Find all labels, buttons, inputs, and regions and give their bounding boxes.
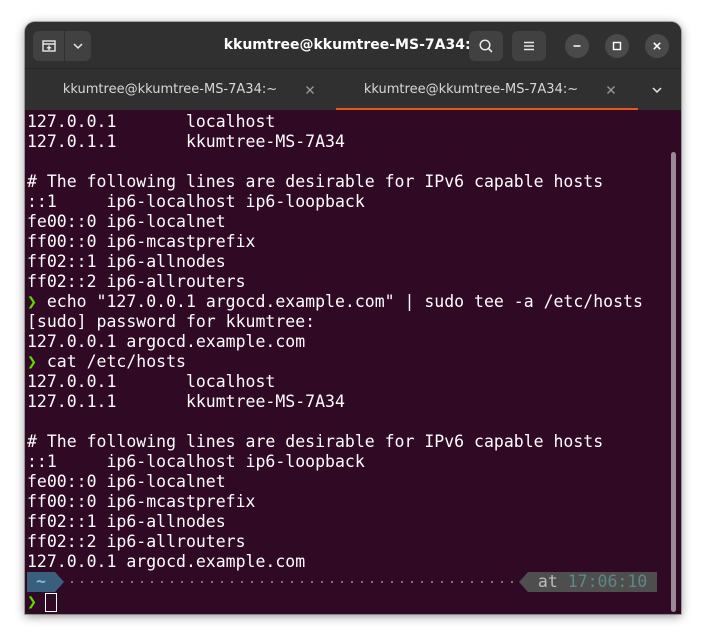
prompt-filler-dots bbox=[67, 581, 519, 583]
output-text: 127.0.0.1 argocd.example.com bbox=[27, 552, 306, 571]
output-line: 127.0.1.1 kkumtree-MS-7A34 bbox=[27, 392, 345, 412]
output-line: ff02::1 ip6-allnodes bbox=[27, 512, 226, 532]
close-button[interactable] bbox=[645, 34, 669, 58]
output-text: ::1 ip6-localhost ip6-loopback bbox=[27, 452, 365, 471]
output-line: ff00::0 ip6-mcastprefix bbox=[27, 232, 255, 252]
output-text: 127.0.0.1 localhost bbox=[27, 112, 276, 131]
command-line: ❯ echo "127.0.0.1 argocd.example.com" | … bbox=[27, 292, 643, 312]
output-line: 127.0.0.1 argocd.example.com bbox=[27, 332, 305, 352]
output-line: 127.0.0.1 localhost bbox=[27, 112, 275, 132]
minimize-button[interactable] bbox=[565, 34, 589, 58]
output-line: # The following lines are desirable for … bbox=[27, 172, 603, 192]
prompt-symbol: ❯ bbox=[27, 592, 37, 611]
tab-close-button[interactable] bbox=[301, 81, 319, 99]
output-text: 127.0.1.1 kkumtree-MS-7A34 bbox=[27, 392, 345, 411]
minimize-icon bbox=[573, 45, 581, 47]
close-icon bbox=[653, 42, 661, 50]
output-text: fe00::0 ip6-localnet bbox=[27, 472, 226, 491]
command-text: echo "127.0.0.1 argocd.example.com" | su… bbox=[36, 292, 643, 311]
chevron-down-icon bbox=[73, 43, 83, 50]
command-text: cat /etc/hosts bbox=[36, 352, 186, 371]
prompt-directory: ~ bbox=[27, 572, 55, 592]
prompt-separator bbox=[55, 572, 64, 592]
terminal-window: kkumtree@kkumtree-MS-7A34:~ kkumtree@kku… bbox=[25, 22, 681, 614]
output-line: # The following lines are desirable for … bbox=[27, 432, 603, 452]
maximize-icon bbox=[612, 41, 622, 51]
prompt-separator bbox=[519, 572, 528, 592]
output-line: ff02::1 ip6-allnodes bbox=[27, 252, 226, 272]
tab-label: kkumtree@kkumtree-MS-7A34:~ bbox=[363, 82, 579, 97]
chevron-down-icon bbox=[652, 87, 662, 94]
search-button[interactable] bbox=[469, 31, 503, 61]
output-text: ff02::2 ip6-allrouters bbox=[27, 532, 246, 551]
title-bar: kkumtree@kkumtree-MS-7A34:~ bbox=[25, 22, 681, 68]
terminal-output[interactable]: 127.0.0.1 localhost 127.0.1.1 kkumtree-MS… bbox=[25, 110, 681, 614]
tab-label: kkumtree@kkumtree-MS-7A34:~ bbox=[62, 82, 278, 97]
output-line: ff00::0 ip6-mcastprefix bbox=[27, 492, 255, 512]
tab-bar: kkumtree@kkumtree-MS-7A34:~ kkumtree@kku… bbox=[25, 68, 681, 111]
output-text: [sudo] password for kkumtree: bbox=[27, 312, 316, 331]
output-line: ::1 ip6-localhost ip6-loopback bbox=[27, 452, 365, 472]
output-line: [sudo] password for kkumtree: bbox=[27, 312, 315, 332]
tab-list-dropdown-button[interactable] bbox=[647, 81, 667, 99]
output-text: ff02::1 ip6-allnodes bbox=[27, 252, 226, 271]
output-text: ff00::0 ip6-mcastprefix bbox=[27, 232, 256, 251]
new-tab-button-group bbox=[33, 31, 91, 61]
menu-button[interactable] bbox=[512, 31, 546, 61]
output-text: ff00::0 ip6-mcastprefix bbox=[27, 492, 256, 511]
new-tab-dropdown-button[interactable] bbox=[65, 31, 91, 61]
output-text: # The following lines are desirable for … bbox=[27, 432, 604, 451]
output-text: 127.0.1.1 kkumtree-MS-7A34 bbox=[27, 132, 345, 151]
close-icon bbox=[306, 86, 314, 94]
output-line: fe00::0 ip6-localnet bbox=[27, 472, 226, 492]
output-line: 127.0.0.1 argocd.example.com bbox=[27, 552, 305, 572]
output-text: 127.0.0.1 argocd.example.com bbox=[27, 332, 306, 351]
close-icon bbox=[607, 86, 615, 94]
output-line: 127.0.1.1 kkumtree-MS-7A34 bbox=[27, 132, 345, 152]
output-line: ::1 ip6-localhost ip6-loopback bbox=[27, 192, 365, 212]
hamburger-menu-icon bbox=[524, 41, 534, 51]
prompt-clock: 17:06:10 bbox=[567, 572, 648, 591]
input-prompt-line[interactable]: ❯ bbox=[27, 592, 37, 612]
prompt-status-line: ~ at 17:06:10 bbox=[25, 572, 665, 592]
output-text: 127.0.0.1 localhost bbox=[27, 372, 276, 391]
new-tab-button[interactable] bbox=[33, 31, 64, 61]
tab-terminal-1[interactable]: kkumtree@kkumtree-MS-7A34:~ bbox=[35, 69, 337, 111]
prompt-time-segment: at 17:06:10 bbox=[528, 572, 657, 592]
output-text: # The following lines are desirable for … bbox=[27, 172, 604, 191]
new-tab-icon bbox=[41, 40, 56, 52]
output-line: fe00::0 ip6-localnet bbox=[27, 212, 226, 232]
prompt-symbol: ❯ bbox=[27, 292, 37, 311]
tab-terminal-2[interactable]: kkumtree@kkumtree-MS-7A34:~ bbox=[336, 69, 638, 111]
output-line: ff02::2 ip6-allrouters bbox=[27, 272, 246, 292]
output-text: ff02::1 ip6-allnodes bbox=[27, 512, 226, 531]
output-line: 127.0.0.1 localhost bbox=[27, 372, 275, 392]
output-text: ::1 ip6-localhost ip6-loopback bbox=[27, 192, 365, 211]
search-icon bbox=[479, 39, 493, 53]
output-text: ff02::2 ip6-allrouters bbox=[27, 272, 246, 291]
scrollbar[interactable] bbox=[671, 152, 676, 612]
text-cursor bbox=[45, 593, 57, 612]
prompt-at-label: at bbox=[528, 572, 568, 591]
prompt-symbol: ❯ bbox=[27, 352, 37, 371]
command-line: ❯ cat /etc/hosts bbox=[27, 352, 186, 372]
tab-close-button[interactable] bbox=[602, 81, 620, 99]
maximize-button[interactable] bbox=[605, 34, 629, 58]
output-text: fe00::0 ip6-localnet bbox=[27, 212, 226, 231]
output-line: ff02::2 ip6-allrouters bbox=[27, 532, 246, 552]
